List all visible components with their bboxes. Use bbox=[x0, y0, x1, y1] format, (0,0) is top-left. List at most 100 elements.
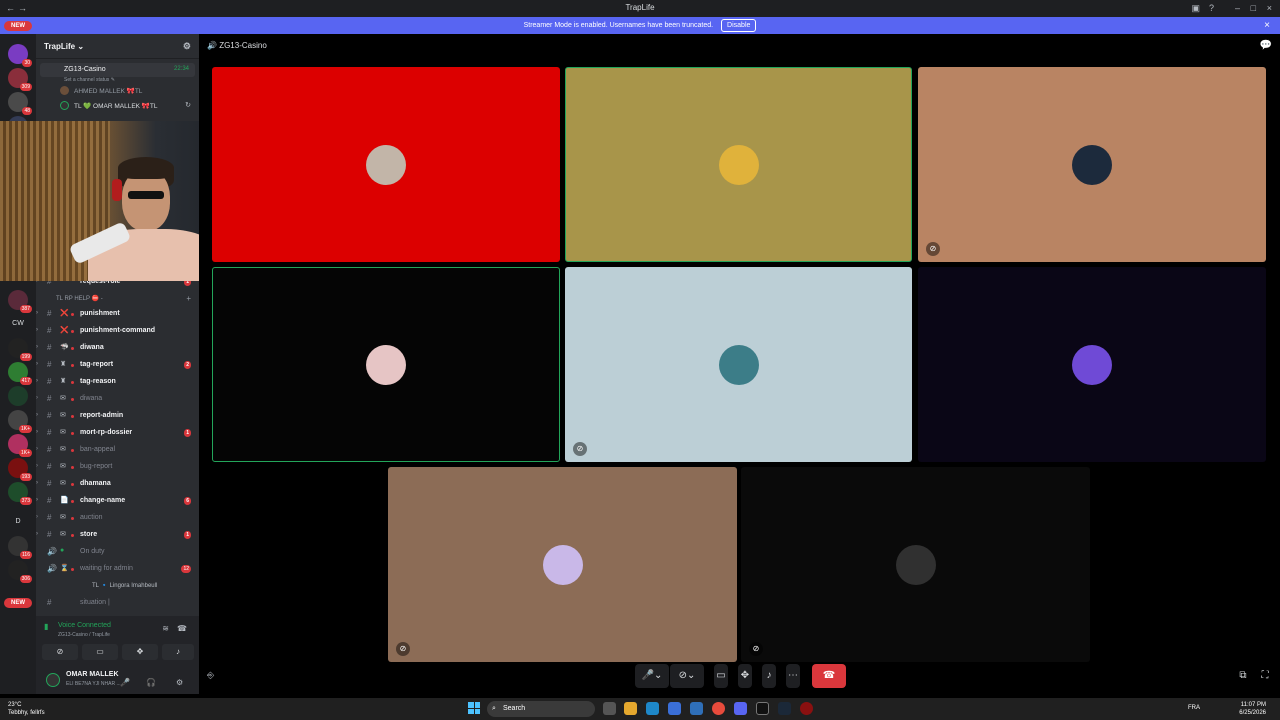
new-unreads-pill-top[interactable]: NEW bbox=[4, 21, 32, 31]
channel-on-duty[interactable]: 🔊 ● On duty bbox=[36, 544, 199, 561]
server-icon[interactable]: 193 bbox=[8, 458, 32, 481]
user-name[interactable]: OMAR MALLEK bbox=[66, 671, 119, 678]
activities-button[interactable]: ✥ bbox=[122, 644, 158, 660]
channel-item[interactable]: › # ✉ store 1 bbox=[36, 527, 199, 544]
fullscreen-icon[interactable]: ⛶ bbox=[1257, 664, 1273, 688]
channel-item[interactable]: › # ❌ punishment-command bbox=[36, 323, 199, 340]
voice-connected-status[interactable]: Voice Connected bbox=[44, 622, 111, 629]
server-icon[interactable]: 417 bbox=[8, 362, 32, 385]
taskbar-search[interactable]: ⌕ Search bbox=[487, 701, 595, 717]
clock[interactable]: 11:07 PM 6/25/2026 bbox=[1239, 701, 1266, 717]
server-icon[interactable]: 309 bbox=[8, 68, 32, 91]
server-icon[interactable]: 30 bbox=[8, 44, 32, 67]
channel-item[interactable]: › # ✉ dhamana bbox=[36, 476, 199, 493]
voice-user[interactable]: TL 💚 OMAR MALLEK 🎀TL ↻ bbox=[36, 98, 199, 113]
channel-item[interactable]: › # ♜ tag-reason bbox=[36, 374, 199, 391]
server-icon[interactable]: 306 bbox=[8, 560, 32, 583]
soundboard-button[interactable]: ♪ bbox=[762, 664, 776, 688]
disconnect-call-button[interactable]: ☎ bbox=[812, 664, 846, 688]
discord-icon[interactable] bbox=[734, 702, 747, 715]
voice-location[interactable]: ZG13-Casino / TrapLife bbox=[58, 632, 110, 638]
channel-item[interactable]: › # 🦈 diwana bbox=[36, 340, 199, 357]
screen-share-button[interactable]: ▭ bbox=[82, 644, 118, 660]
channel-waiting-for-admin[interactable]: 🔊 ⌛ waiting for admin 12 bbox=[36, 561, 199, 578]
disconnect-icon[interactable]: ☎ bbox=[177, 624, 187, 633]
noise-suppression-icon[interactable]: ≋ bbox=[162, 624, 169, 633]
server-icon-cw[interactable]: CW bbox=[8, 314, 28, 334]
participant-tile[interactable]: ⊘ bbox=[918, 67, 1266, 262]
channel-emoji-icon: ❌ bbox=[60, 327, 69, 334]
server-icon[interactable]: 48 bbox=[8, 92, 32, 115]
user-settings-gear-icon[interactable]: ⚙ bbox=[176, 678, 183, 687]
participant-tile[interactable] bbox=[918, 267, 1266, 462]
steam-icon[interactable] bbox=[778, 702, 791, 715]
server-icon[interactable]: 1K+ bbox=[8, 434, 32, 457]
task-view-icon[interactable] bbox=[603, 702, 616, 715]
inbox-icon[interactable]: ▣ bbox=[1191, 3, 1200, 14]
game-icon[interactable] bbox=[800, 702, 813, 715]
invite-icon[interactable]: ⎆ bbox=[207, 670, 214, 681]
soundboard-button[interactable]: ♪ bbox=[162, 644, 194, 660]
channel-item[interactable]: › # ✉ bug-report bbox=[36, 459, 199, 476]
chat-icon[interactable]: 💬 bbox=[1260, 40, 1272, 51]
server-icon[interactable]: 373 bbox=[8, 482, 32, 505]
guild-header[interactable]: TrapLife ⌄ ⚙ bbox=[36, 34, 199, 59]
mic-icon[interactable]: 🎤 bbox=[120, 678, 130, 687]
weather-widget[interactable]: 23°C Tebbhy, fellrfs bbox=[8, 701, 45, 717]
participant-tile[interactable] bbox=[212, 267, 560, 462]
channel-item[interactable]: › # ✉ ban-appeal bbox=[36, 442, 199, 459]
channel-item[interactable]: › # ✉ diwana bbox=[36, 391, 199, 408]
voice-channel-current[interactable]: ZG13-Casino 22:34 bbox=[40, 63, 195, 77]
mic-toggle-button[interactable]: 🎤⌄ bbox=[635, 664, 669, 688]
channel-situation[interactable]: # situation | bbox=[36, 595, 199, 612]
channel-item[interactable]: › # ✉ report-admin bbox=[36, 408, 199, 425]
signal-icon[interactable]: ▮ bbox=[44, 622, 48, 631]
help-icon[interactable]: ? bbox=[1209, 3, 1214, 13]
server-icon[interactable]: 1K+ bbox=[8, 410, 32, 433]
close-window-icon[interactable]: × bbox=[1267, 3, 1272, 13]
obs-icon[interactable] bbox=[756, 702, 769, 715]
avatar[interactable] bbox=[46, 673, 60, 687]
language-indicator[interactable]: FRA bbox=[1188, 705, 1200, 711]
participant-tile[interactable] bbox=[212, 67, 560, 262]
minimize-icon[interactable]: – bbox=[1235, 3, 1240, 13]
channel-item[interactable]: › # ♜ tag-report 2 bbox=[36, 357, 199, 374]
add-member-icon[interactable]: ⚙ bbox=[183, 41, 191, 52]
new-unreads-pill-bottom[interactable]: NEW bbox=[4, 598, 32, 608]
participant-tile[interactable]: ⊘ bbox=[388, 467, 737, 662]
activities-button[interactable]: ✥ bbox=[738, 664, 752, 688]
edge-icon[interactable] bbox=[646, 702, 659, 715]
channel-item[interactable]: › # ✉ auction bbox=[36, 510, 199, 527]
status-dot bbox=[71, 500, 74, 503]
channel-item[interactable]: › # ❌ punishment bbox=[36, 306, 199, 323]
status-dot bbox=[71, 381, 74, 384]
store-icon[interactable] bbox=[668, 702, 681, 715]
server-icon[interactable]: 199 bbox=[8, 338, 32, 361]
voice-user[interactable]: AHMED MALLEK 🎀TL bbox=[36, 83, 199, 98]
add-channel-icon[interactable]: + bbox=[186, 294, 191, 303]
start-button[interactable] bbox=[468, 702, 480, 714]
banner-close-icon[interactable]: × bbox=[1264, 17, 1270, 34]
server-icon[interactable] bbox=[8, 386, 28, 406]
popout-icon[interactable]: ⧉ bbox=[1235, 664, 1251, 688]
server-icon[interactable]: 387 bbox=[8, 290, 32, 313]
server-icon-d[interactable]: D bbox=[8, 512, 28, 532]
more-options-icon[interactable]: ⋯ bbox=[786, 664, 800, 688]
server-icon[interactable]: 116 bbox=[8, 536, 32, 559]
voice-user-waiting[interactable]: TL 🔹 Lingora Imahbeull bbox=[36, 578, 199, 595]
camera-button[interactable]: ⊘ bbox=[42, 644, 78, 660]
headphones-icon[interactable]: 🎧 bbox=[146, 678, 156, 687]
screen-share-button[interactable]: ▭ bbox=[714, 664, 728, 688]
camera-toggle-button[interactable]: ⊘⌄ bbox=[670, 664, 704, 688]
disable-streamer-button[interactable]: Disable bbox=[721, 19, 757, 32]
chrome-icon[interactable] bbox=[712, 702, 725, 715]
channel-item[interactable]: › # 📄 change-name 6 bbox=[36, 493, 199, 510]
file-explorer-icon[interactable] bbox=[624, 702, 637, 715]
participant-tile[interactable]: ⊘ bbox=[565, 267, 912, 462]
maximize-icon[interactable]: □ bbox=[1251, 3, 1256, 13]
app-icon[interactable] bbox=[690, 702, 703, 715]
category-tl-rp-help[interactable]: TL RP HELP ⛔ - + bbox=[36, 291, 199, 306]
participant-tile[interactable]: ⊘ bbox=[741, 467, 1090, 662]
channel-item[interactable]: › # ✉ mort-rp-dossier 1 bbox=[36, 425, 199, 442]
participant-tile[interactable] bbox=[565, 67, 912, 262]
